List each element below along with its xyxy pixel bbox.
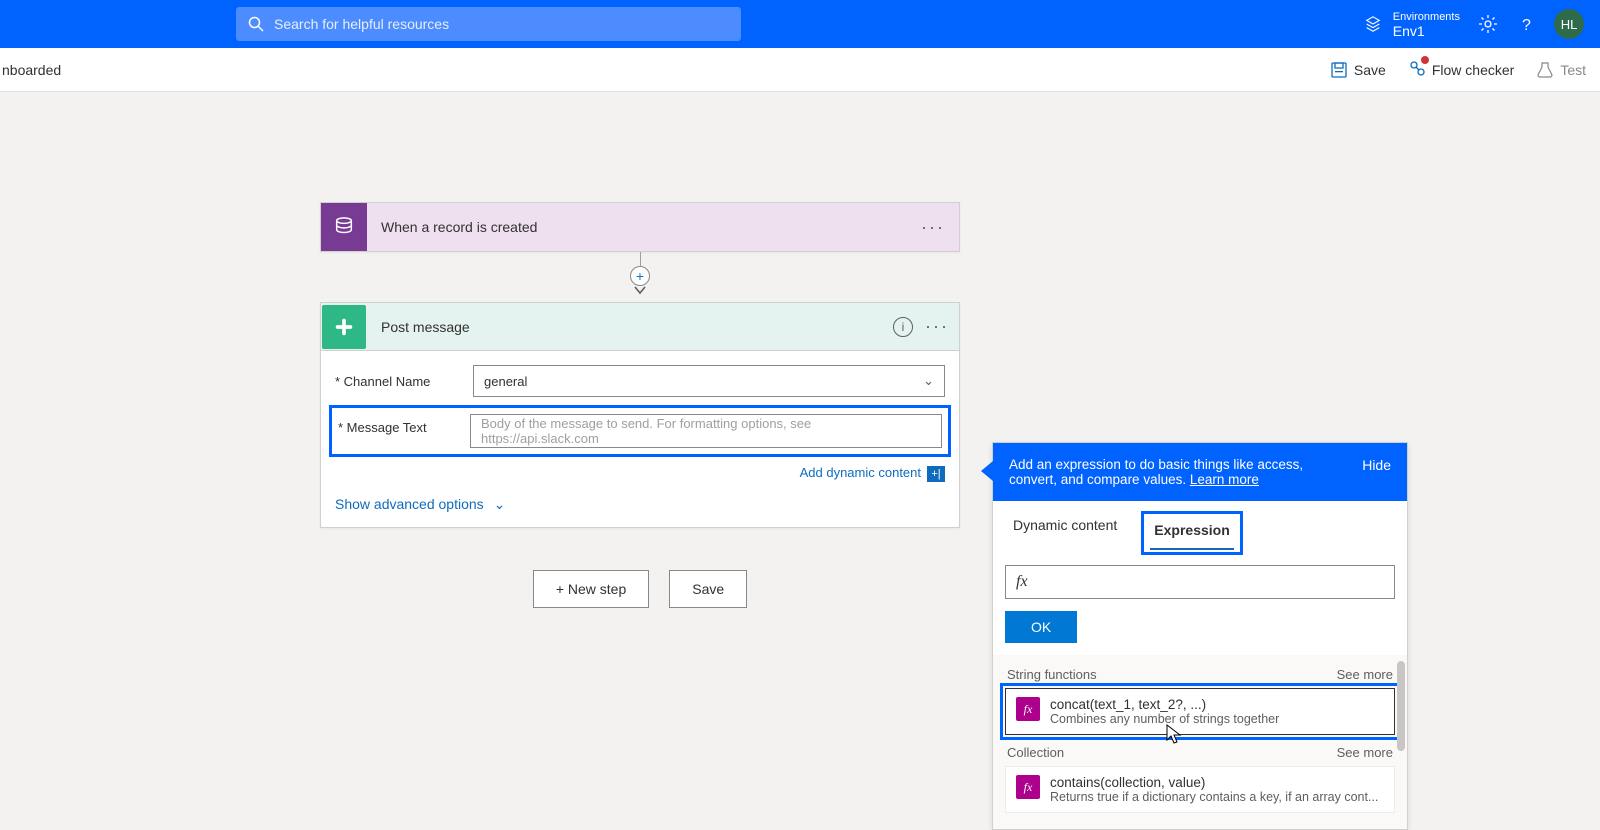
trigger-menu[interactable]: ··· xyxy=(921,217,945,238)
trigger-title: When a record is created xyxy=(381,219,921,235)
function-concat[interactable]: fx concat(text_1, text_2?, ...) Combines… xyxy=(1005,688,1395,735)
chevron-down-icon: ⌄ xyxy=(923,373,934,389)
section-title: Collection xyxy=(1007,745,1064,760)
add-step-inline[interactable]: + xyxy=(630,266,650,286)
search-input[interactable] xyxy=(274,16,729,32)
panel-pointer xyxy=(981,461,993,481)
new-step-button[interactable]: + New step xyxy=(533,570,649,608)
avatar[interactable]: HL xyxy=(1554,9,1584,39)
action-menu[interactable]: ··· xyxy=(925,316,949,337)
breadcrumb: nboarded xyxy=(0,62,61,78)
learn-more-link[interactable]: Learn more xyxy=(1190,472,1259,487)
environment-picker[interactable]: Environments Env1 xyxy=(1363,10,1460,38)
see-more-link[interactable]: See more xyxy=(1337,745,1393,760)
trigger-card[interactable]: When a record is created ··· xyxy=(320,202,960,252)
top-header: Environments Env1 ? HL xyxy=(0,0,1600,48)
top-right-controls: Environments Env1 ? HL xyxy=(1363,0,1584,48)
see-more-link[interactable]: See more xyxy=(1337,667,1393,682)
command-bar: nboarded Save Flow checker Test xyxy=(0,48,1600,92)
channel-label: * Channel Name xyxy=(335,374,473,389)
message-row-highlight: * Message Text Body of the message to se… xyxy=(329,405,951,457)
tab-expression[interactable]: Expression xyxy=(1150,516,1233,550)
test-button[interactable]: Test xyxy=(1536,61,1586,79)
section-title: String functions xyxy=(1007,667,1097,682)
scrollbar[interactable] xyxy=(1397,661,1405,751)
environment-icon xyxy=(1363,14,1383,34)
message-label: * Message Text xyxy=(338,414,470,448)
slack-icon xyxy=(322,305,366,349)
hide-panel-link[interactable]: Hide xyxy=(1362,457,1391,473)
tab-dynamic-content[interactable]: Dynamic content xyxy=(1009,511,1121,555)
save-icon xyxy=(1330,61,1348,79)
add-dynamic-content-link[interactable]: Add dynamic content+| xyxy=(335,465,945,482)
show-advanced-options[interactable]: Show advanced options ⌄ xyxy=(335,496,945,513)
search-box[interactable] xyxy=(236,7,741,41)
search-icon xyxy=(248,16,264,32)
chevron-down-icon: ⌄ xyxy=(494,496,506,513)
ok-button[interactable]: OK xyxy=(1005,611,1077,643)
action-card: Post message i ··· * Channel Name genera… xyxy=(320,302,960,528)
fx-icon: fx xyxy=(1016,697,1040,721)
function-contains[interactable]: fx contains(collection, value) Returns t… xyxy=(1005,766,1395,813)
svg-text:?: ? xyxy=(1522,17,1531,34)
help-icon[interactable]: ? xyxy=(1516,14,1536,34)
info-icon[interactable]: i xyxy=(893,317,913,337)
flow-checker-button[interactable]: Flow checker xyxy=(1408,59,1514,80)
fx-icon: fx xyxy=(1016,775,1040,799)
expression-panel: Add an expression to do basic things lik… xyxy=(992,442,1408,830)
connector: + xyxy=(320,252,960,302)
channel-select[interactable]: general ⌄ xyxy=(473,365,945,397)
tab-expression-highlight: Expression xyxy=(1141,511,1242,555)
environment-label: Environments xyxy=(1393,10,1460,24)
test-icon xyxy=(1536,61,1554,79)
database-icon xyxy=(321,203,367,251)
plus-badge-icon: +| xyxy=(927,466,945,482)
alert-badge xyxy=(1421,56,1429,64)
panel-description: Add an expression to do basic things lik… xyxy=(1009,457,1319,487)
expression-input[interactable]: fx xyxy=(1005,565,1395,599)
save-flow-button[interactable]: Save xyxy=(669,570,747,608)
environment-name: Env1 xyxy=(1393,24,1460,38)
action-title: Post message xyxy=(381,319,893,335)
settings-icon[interactable] xyxy=(1478,14,1498,34)
save-button[interactable]: Save xyxy=(1330,61,1386,79)
message-input[interactable]: Body of the message to send. For formatt… xyxy=(470,414,942,448)
